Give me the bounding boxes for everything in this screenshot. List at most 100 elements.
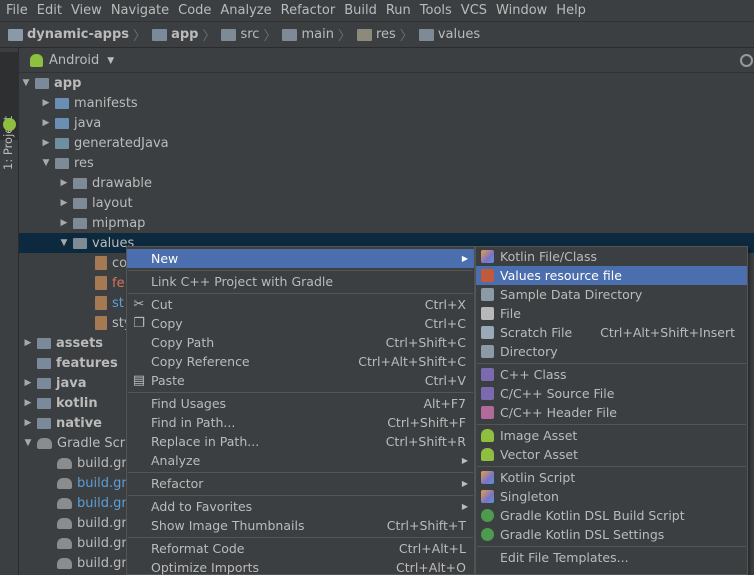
collapse-arrow-icon[interactable]: ▶ [57,218,71,228]
menu-item-show-thumbnails[interactable]: Show Image Thumbnails Ctrl+Shift+T [127,516,474,535]
collapse-arrow-icon[interactable]: ▶ [21,338,35,348]
collapse-arrow-icon[interactable]: ▶ [39,138,53,148]
folder-icon [481,288,494,301]
collapse-arrow-icon[interactable]: ▶ [57,198,71,208]
submenu-item-cpp-class[interactable]: C++ Class [476,365,747,384]
menu-tools[interactable]: Tools [416,0,456,21]
expand-arrow-icon[interactable]: ▼ [57,238,71,248]
expand-arrow-icon[interactable]: ▼ [21,438,35,448]
submenu-item-vector-asset[interactable]: Vector Asset [476,445,747,464]
menu-item-optimize-imports[interactable]: Optimize Imports Ctrl+Alt+O [127,558,474,575]
menu-view[interactable]: View [67,0,106,21]
tree-row[interactable]: ▶ mipmap [19,213,754,233]
menu-item-find-usages[interactable]: Find Usages Alt+F7 [127,394,474,413]
menu-build[interactable]: Build [340,0,381,21]
menu-item-label: Reformat Code [151,541,245,556]
folder-icon [418,28,434,41]
submenu-item-cpp-source-file[interactable]: C/C++ Source File [476,384,747,403]
menu-run[interactable]: Run [382,0,415,21]
module-folder-icon [37,397,51,409]
menu-edit[interactable]: Edit [33,0,66,21]
tree-row[interactable]: ▼ res [19,153,754,173]
collapse-arrow-icon[interactable]: ▶ [21,418,35,428]
menu-item-new[interactable]: New ▶ [127,249,474,268]
breadcrumb-main[interactable]: main 〉 [282,25,357,44]
submenu-item-directory[interactable]: Directory [476,342,747,361]
submenu-item-cpp-header-file[interactable]: C/C++ Header File [476,403,747,422]
breadcrumb-app[interactable]: app 〉 [152,25,221,44]
menu-item-paste[interactable]: ▤ Paste Ctrl+V [127,371,474,390]
submenu-item-sample-data-directory[interactable]: Sample Data Directory [476,285,747,304]
menu-item-link-cpp[interactable]: Link C++ Project with Gradle [127,272,474,291]
submenu-item-image-asset[interactable]: Image Asset [476,426,747,445]
submenu-item-label: Kotlin File/Class [500,249,597,264]
menu-vcs[interactable]: VCS [457,0,491,21]
menu-item-copy-path[interactable]: Copy Path Ctrl+Shift+C [127,333,474,352]
breadcrumb-values[interactable]: values [418,27,481,42]
menu-file[interactable]: File [2,0,32,21]
tree-row[interactable]: ▼ app [19,73,754,93]
tree-row[interactable]: ▶ manifests [19,93,754,113]
tree-row[interactable]: ▶ java [19,113,754,133]
submenu-item-gradle-kotlin-settings[interactable]: Gradle Kotlin DSL Settings [476,525,747,544]
menu-item-find-in-path[interactable]: Find in Path... Ctrl+Shift+F [127,413,474,432]
menu-item-shortcut: Ctrl+Alt+L [398,541,466,556]
collapse-arrow-icon[interactable]: ▶ [39,118,53,128]
submenu-item-kotlin-file[interactable]: Kotlin File/Class [476,247,747,266]
tree-row[interactable]: ▶ drawable [19,173,754,193]
menu-item-cut[interactable]: ✂ Cut Ctrl+X [127,295,474,314]
new-submenu: Kotlin File/Class Values resource file S… [475,246,748,575]
menu-item-copy[interactable]: ❐ Copy Ctrl+C [127,314,474,333]
submenu-item-kotlin-script[interactable]: Kotlin Script [476,468,747,487]
submenu-item-edit-file-templates[interactable]: Edit File Templates... [476,548,747,567]
gear-icon[interactable] [740,54,753,67]
menu-item-reformat-code[interactable]: Reformat Code Ctrl+Alt+L [127,539,474,558]
expand-arrow-icon[interactable]: ▼ [39,158,53,168]
menu-analyze[interactable]: Analyze [216,0,275,21]
submenu-item-values-resource-file[interactable]: Values resource file [476,266,747,285]
view-mode-label[interactable]: Android [49,53,99,68]
menu-item-copy-reference[interactable]: Copy Reference Ctrl+Alt+Shift+C [127,352,474,371]
breadcrumb-res[interactable]: res 〉 [356,25,419,44]
gradle-kotlin-icon [481,528,494,541]
breadcrumb-label: values [437,27,481,42]
menu-item-shortcut: Ctrl+Alt+O [396,560,466,575]
tree-row[interactable]: ▶ layout [19,193,754,213]
submenu-item-gradle-kotlin-build[interactable]: Gradle Kotlin DSL Build Script [476,506,747,525]
menu-item-label: Copy [151,316,183,331]
menu-navigate[interactable]: Navigate [107,0,173,21]
tree-row[interactable]: ▶ generatedJava [19,133,754,153]
menu-refactor[interactable]: Refactor [277,0,340,21]
folder-icon [73,237,87,249]
chevron-down-icon[interactable]: ▼ [107,56,114,66]
tree-row-label: native [56,415,102,431]
collapse-arrow-icon[interactable]: ▶ [21,378,35,388]
collapse-arrow-icon[interactable]: ▶ [57,178,71,188]
submenu-item-singleton[interactable]: Singleton [476,487,747,506]
menu-help[interactable]: Help [552,0,590,21]
menu-code[interactable]: Code [174,0,215,21]
menu-window[interactable]: Window [492,0,551,21]
kotlin-icon [481,250,494,263]
folder-icon [282,28,298,41]
breadcrumb-project[interactable]: dynamic-apps 〉 [8,25,152,44]
collapse-arrow-icon[interactable]: ▶ [21,398,35,408]
submenu-item-file[interactable]: File [476,304,747,323]
menu-item-add-to-favorites[interactable]: Add to Favorites ▶ [127,497,474,516]
menu-item-refactor[interactable]: Refactor ▶ [127,474,474,493]
project-tool-tab[interactable]: 1: Project [0,52,19,170]
menu-item-replace-in-path[interactable]: Replace in Path... Ctrl+Shift+R [127,432,474,451]
expand-arrow-icon[interactable]: ▼ [19,78,33,88]
resource-folder-icon [55,157,69,169]
collapse-arrow-icon[interactable]: ▶ [39,98,53,108]
folder-icon [481,345,494,358]
menu-item-shortcut: Ctrl+C [424,316,466,331]
menu-item-analyze[interactable]: Analyze ▶ [127,451,474,470]
gradle-icon [37,437,52,449]
breadcrumb-src[interactable]: src 〉 [221,25,282,44]
menu-item-label: Cut [151,297,173,312]
submenu-item-scratch-file[interactable]: Scratch File Ctrl+Alt+Shift+Insert [476,323,747,342]
gradle-kotlin-icon [481,509,494,522]
android-icon [481,429,494,442]
chevron-right-icon: 〉 [399,29,413,44]
